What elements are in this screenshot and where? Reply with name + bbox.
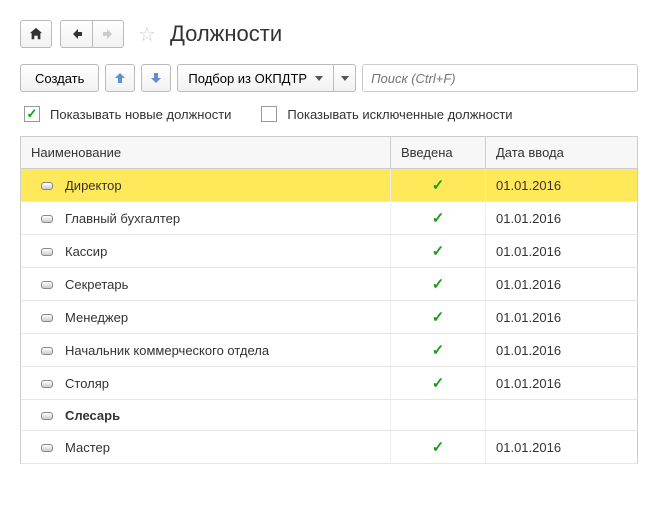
item-icon xyxy=(41,248,53,256)
date-cell: 01.01.2016 xyxy=(486,268,638,301)
check-icon: ✓ xyxy=(432,243,445,260)
position-name: Секретарь xyxy=(65,277,128,292)
back-button[interactable] xyxy=(60,20,92,48)
position-name: Мастер xyxy=(65,440,110,455)
table-row[interactable]: Начальник коммерческого отдела ✓ 01.01.201… xyxy=(21,334,638,367)
pick-okpdtr-label: Подбор из ОКПДТР xyxy=(188,71,307,86)
position-name: Кассир xyxy=(65,244,107,259)
check-icon: ✓ xyxy=(432,177,445,194)
item-icon xyxy=(41,314,53,322)
item-icon xyxy=(41,182,53,190)
item-icon xyxy=(41,347,53,355)
date-cell: 01.01.2016 xyxy=(486,334,638,367)
table-row[interactable]: Слесарь xyxy=(21,400,638,431)
position-name: Начальник коммерческого отдела xyxy=(65,343,269,358)
position-name: Столяр xyxy=(65,376,109,391)
position-name: Главный бухгалтер xyxy=(65,211,180,226)
table-row[interactable]: Менеджер ✓ 01.01.2016 xyxy=(21,301,638,334)
item-icon xyxy=(41,281,53,289)
table-row[interactable]: Мастер ✓ 01.01.2016 xyxy=(21,431,638,464)
home-button[interactable] xyxy=(20,20,52,48)
item-icon xyxy=(41,412,53,420)
date-cell: 01.01.2016 xyxy=(486,169,638,202)
item-icon xyxy=(41,380,53,388)
favorite-star-icon[interactable]: ☆ xyxy=(138,22,156,47)
item-icon xyxy=(41,444,53,452)
table-row[interactable]: Столяр ✓ 01.01.2016 xyxy=(21,367,638,400)
chevron-down-icon xyxy=(315,76,323,81)
date-cell: 01.01.2016 xyxy=(486,202,638,235)
table-row[interactable]: Кассир ✓ 01.01.2016 xyxy=(21,235,638,268)
arrow-left-icon xyxy=(71,28,83,40)
date-cell xyxy=(486,400,638,431)
column-header-introduced[interactable]: Введена xyxy=(391,137,486,169)
check-icon: ✓ xyxy=(432,210,445,227)
check-icon: ✓ xyxy=(432,439,445,456)
arrow-up-icon xyxy=(114,72,126,84)
column-header-date[interactable]: Дата ввода xyxy=(486,137,638,169)
page-title: Должности xyxy=(170,21,282,47)
move-up-button[interactable] xyxy=(105,64,135,92)
date-cell: 01.01.2016 xyxy=(486,367,638,400)
chevron-down-icon xyxy=(341,76,349,81)
table-row[interactable]: Главный бухгалтер ✓ 01.01.2016 xyxy=(21,202,638,235)
check-icon: ✓ xyxy=(432,309,445,326)
date-cell: 01.01.2016 xyxy=(486,301,638,334)
check-icon: ✓ xyxy=(432,276,445,293)
check-icon: ✓ xyxy=(432,375,445,392)
forward-button[interactable] xyxy=(92,20,124,48)
move-down-button[interactable] xyxy=(141,64,171,92)
home-icon xyxy=(29,27,43,41)
column-header-name[interactable]: Наименование xyxy=(21,137,391,169)
show-new-label: Показывать новые должности xyxy=(50,107,231,122)
item-icon xyxy=(41,215,53,223)
table-row[interactable]: Секретарь ✓ 01.01.2016 xyxy=(21,268,638,301)
check-icon: ✓ xyxy=(432,342,445,359)
search-input[interactable] xyxy=(362,64,638,92)
positions-table: Наименование Введена Дата ввода Директор… xyxy=(20,136,638,464)
date-cell: 01.01.2016 xyxy=(486,431,638,464)
arrow-right-icon xyxy=(102,28,114,40)
pick-okpdtr-button[interactable]: Подбор из ОКПДТР xyxy=(177,64,334,92)
show-excluded-checkbox[interactable] xyxy=(261,106,277,122)
position-name: Директор xyxy=(65,178,122,193)
show-excluded-label: Показывать исключенные должности xyxy=(287,107,512,122)
show-new-checkbox[interactable] xyxy=(24,106,40,122)
create-button[interactable]: Создать xyxy=(20,64,99,92)
arrow-down-icon xyxy=(150,72,162,84)
position-name: Менеджер xyxy=(65,310,128,325)
table-row[interactable]: Директор ✓ 01.01.2016 xyxy=(21,169,638,202)
pick-okpdtr-split-button[interactable] xyxy=(334,64,356,92)
position-name: Слесарь xyxy=(65,408,120,423)
date-cell: 01.01.2016 xyxy=(486,235,638,268)
